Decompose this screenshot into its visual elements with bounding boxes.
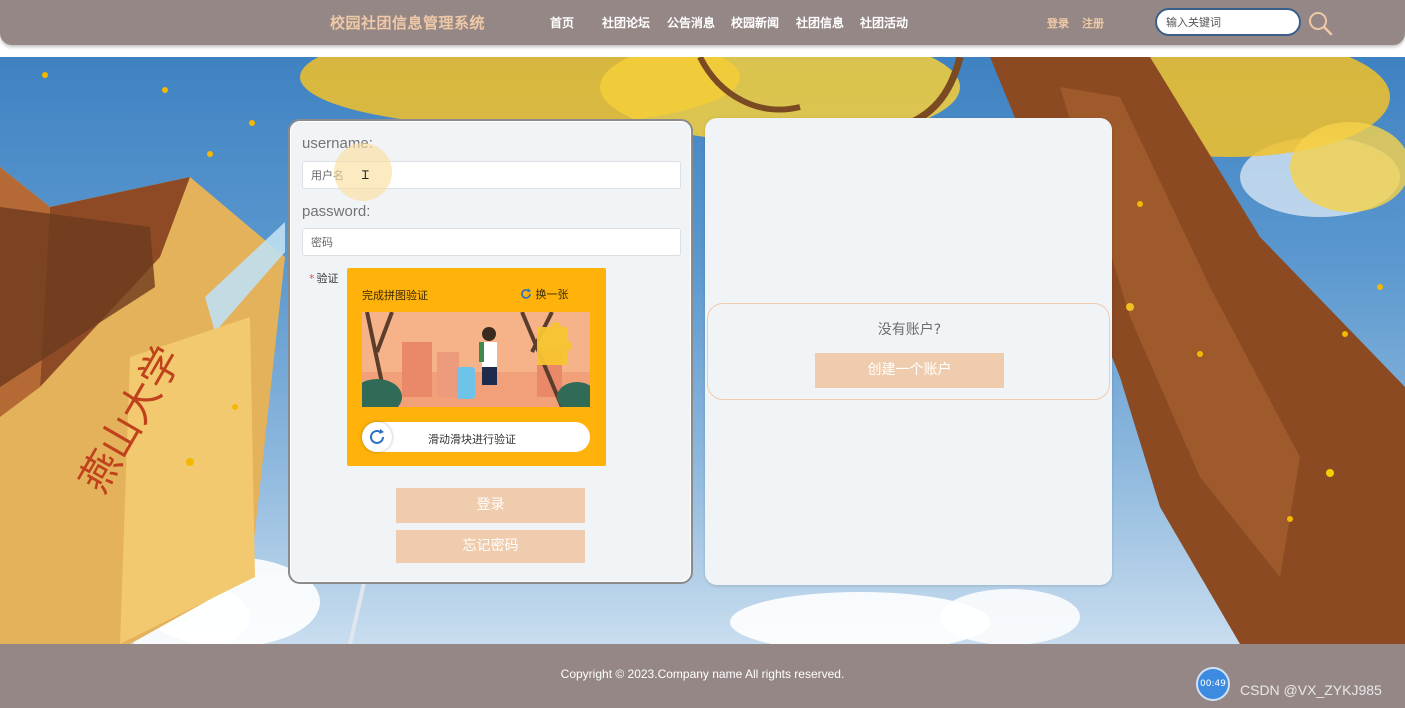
search-icon[interactable] [1307, 10, 1333, 36]
required-mark: * [309, 272, 315, 285]
create-account-button[interactable]: 创建一个账户 [815, 353, 1004, 388]
campus-background-illustration: 燕山大学 [0, 57, 1405, 644]
site-title[interactable]: 校园社团信息管理系统 [330, 12, 485, 33]
register-prompt-box: 没有账户? 创建一个账户 [707, 303, 1110, 400]
nav-item-club-info[interactable]: 社团信息 [796, 14, 844, 31]
captcha-puzzle-image [362, 312, 590, 407]
nav-item-club-events[interactable]: 社团活动 [860, 14, 908, 31]
login-button[interactable]: 登录 [396, 488, 585, 523]
verify-label-text: 验证 [316, 272, 339, 285]
username-label: username: [302, 135, 373, 152]
captcha-slider-track: 滑动滑块进行验证 [362, 422, 590, 452]
password-input[interactable] [302, 228, 681, 256]
top-navigation-bar: 校园社团信息管理系统 首页 社团论坛 公告消息 校园新闻 社团信息 社团活动 登… [0, 0, 1405, 45]
puzzle-captcha: 完成拼图验证 换一张 滑动滑块进行验证 [347, 268, 606, 466]
watermark-text: CSDN @VX_ZYKJ985 [1240, 682, 1382, 698]
recording-timer-badge: 00:49 [1196, 667, 1230, 701]
nav-item-campus-news[interactable]: 校园新闻 [731, 14, 779, 31]
login-link[interactable]: 登录 [1047, 15, 1069, 31]
copyright-text: Copyright © 2023.Company name All rights… [560, 667, 845, 681]
verify-label: * 验证 [309, 270, 339, 286]
refresh-icon [521, 288, 531, 299]
captcha-title: 完成拼图验证 [362, 289, 428, 302]
register-link[interactable]: 注册 [1082, 15, 1104, 31]
nav-item-forum[interactable]: 社团论坛 [602, 14, 650, 31]
captcha-refresh-label: 换一张 [535, 288, 569, 301]
footer: Copyright © 2023.Company name All rights… [0, 644, 1405, 708]
nav-item-home[interactable]: 首页 [550, 14, 574, 31]
captcha-slider-handle[interactable] [362, 422, 392, 452]
password-label: password: [302, 203, 371, 220]
captcha-slider-hint: 滑动滑块进行验证 [428, 433, 516, 446]
refresh-icon [370, 429, 384, 444]
search-input[interactable] [1155, 8, 1301, 36]
captcha-refresh-button[interactable]: 换一张 [520, 286, 569, 302]
no-account-question: 没有账户? [877, 322, 942, 338]
login-form-card: username: Ɪ password: *验证 完成拼图验证 换一张 [288, 119, 693, 584]
nav-item-announcements[interactable]: 公告消息 [667, 14, 715, 31]
username-input[interactable] [302, 161, 681, 189]
register-card: 没有账户? 创建一个账户 [705, 118, 1112, 585]
forgot-password-button[interactable]: 忘记密码 [396, 530, 585, 563]
